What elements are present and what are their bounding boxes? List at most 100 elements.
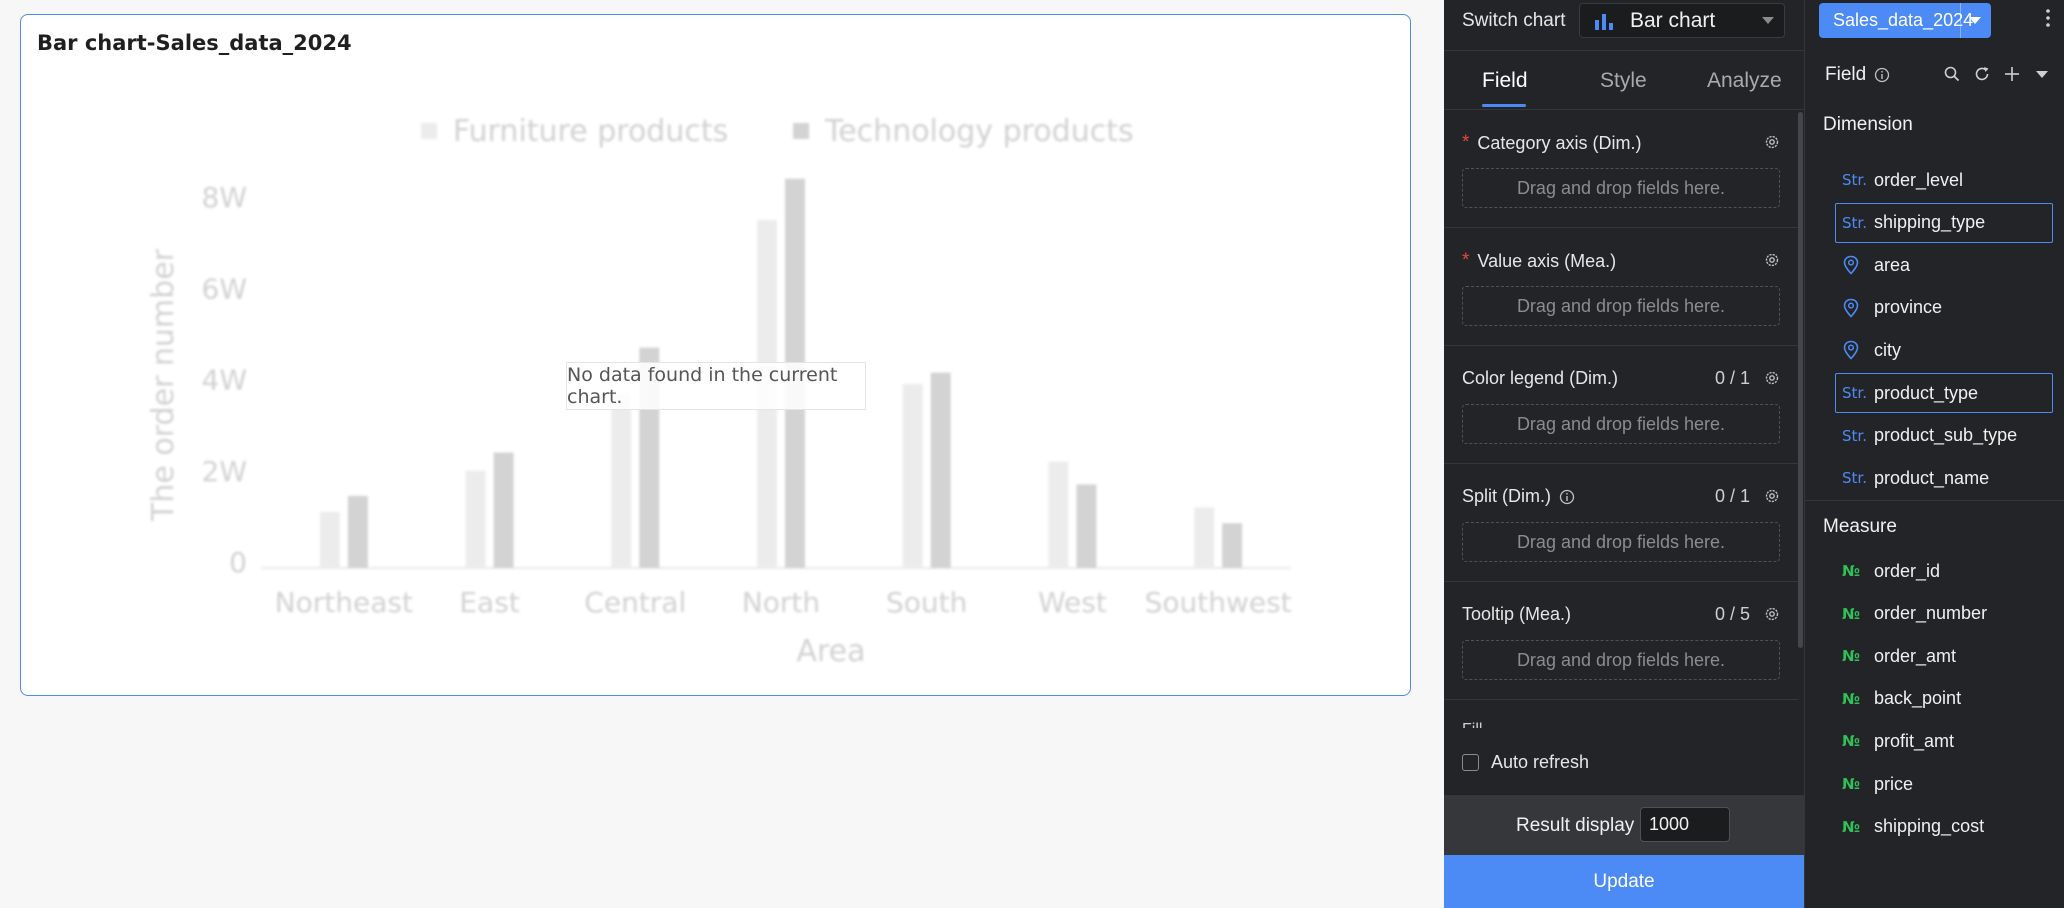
field-name: shipping_cost	[1874, 816, 1985, 837]
split-label-text: Split (Dim.)	[1462, 486, 1551, 506]
field-header: Field	[1805, 50, 2064, 110]
y-tick-label: 4W	[202, 364, 248, 397]
field-item-product-name[interactable]: Str. product_name	[1835, 458, 2053, 498]
color-legend-label: Color legend (Dim.)	[1462, 368, 1618, 389]
info-icon[interactable]	[1874, 67, 1890, 83]
refresh-icon[interactable]	[1973, 65, 1991, 83]
tab-field[interactable]: Field	[1482, 69, 1528, 93]
string-type-icon: Str.	[1842, 469, 1867, 488]
required-marker: *	[1462, 132, 1470, 153]
field-item-order-number[interactable]: № order_number	[1835, 594, 2053, 634]
split-count: 0 / 1	[1714, 486, 1750, 506]
string-type-icon: Str.	[1842, 384, 1867, 402]
field-item-product-sub-type[interactable]: Str. product_sub_type	[1835, 416, 2053, 456]
color-legend-drop-zone[interactable]: Drag and drop fields here.	[1462, 404, 1780, 444]
category-axis-section: * Category axis (Dim.) Drag and drop fie…	[1444, 110, 1798, 228]
string-type-icon: Str.	[1842, 171, 1867, 189]
info-icon[interactable]	[1559, 489, 1575, 505]
bar-furniture	[319, 511, 340, 568]
number-type-icon: №	[1842, 732, 1861, 751]
field-item-price[interactable]: № price	[1835, 764, 2053, 804]
field-name: order_id	[1874, 560, 1941, 581]
bar-chart: 0 2W 4W 6W 8W Northeast East Central North South W…	[146, 114, 1292, 669]
field-item-shipping-cost[interactable]: № shipping_cost	[1835, 807, 2053, 847]
field-name: order_level	[1874, 169, 1964, 190]
field-item-profit-amt[interactable]: № profit_amt	[1835, 721, 2053, 761]
x-tick-label: Southwest	[1145, 586, 1292, 619]
tooltip-count: 0 / 5	[1714, 604, 1750, 624]
chart-type-value: Bar chart	[1630, 8, 1716, 32]
field-item-order-amt[interactable]: № order_amt	[1835, 636, 2053, 676]
bar-furniture	[1194, 507, 1215, 568]
y-tick-label: 6W	[202, 272, 248, 305]
category-axis-label-text: Category axis (Dim.)	[1477, 132, 1642, 153]
config-tabs: Field Style Analyze	[1444, 50, 1804, 110]
y-tick-label: 0	[229, 546, 247, 579]
result-display-input[interactable]	[1640, 807, 1730, 842]
chart-card[interactable]: 0 2W 4W 6W 8W Northeast East Central North South W…	[20, 14, 1411, 696]
auto-refresh-row[interactable]: Auto refresh	[1462, 752, 1589, 773]
field-item-product-type[interactable]: Str. product_type	[1835, 373, 2053, 413]
value-axis-label: * Value axis (Mea.)	[1462, 250, 1616, 272]
dataset-select-divider	[1960, 3, 1961, 38]
bar-furniture	[465, 470, 486, 568]
string-type-icon: Str.	[1842, 213, 1867, 232]
chart-type-select[interactable]: Bar chart	[1579, 3, 1785, 38]
color-legend-section: Color legend (Dim.) 0 / 1 Drag and drop …	[1444, 346, 1798, 464]
gear-icon[interactable]	[1764, 606, 1780, 622]
color-legend-count: 0 / 1	[1714, 368, 1750, 388]
tab-style[interactable]: Style	[1600, 69, 1647, 93]
field-item-shipping-type[interactable]: Str. shipping_type	[1835, 202, 2053, 243]
gear-icon[interactable]	[1764, 370, 1780, 386]
active-tab-indicator	[1482, 104, 1526, 107]
dataset-select[interactable]: Sales_data_2024	[1819, 3, 1991, 38]
x-tick-label: Northeast	[275, 586, 413, 619]
search-icon[interactable]	[1943, 65, 1961, 83]
dataset-name: Sales_data_2024	[1833, 10, 1974, 30]
category-axis-drop-zone[interactable]: Drag and drop fields here.	[1462, 168, 1780, 208]
result-display-label: Result display	[1516, 815, 1635, 836]
split-drop-zone[interactable]: Drag and drop fields here.	[1462, 522, 1780, 562]
field-item-city[interactable]: city	[1835, 330, 2053, 370]
config-scrollbar[interactable]	[1798, 112, 1803, 648]
number-type-icon: №	[1842, 817, 1861, 836]
field-name: shipping_type	[1874, 212, 1986, 233]
split-label: Split (Dim.)	[1462, 486, 1575, 507]
field-item-province[interactable]: province	[1835, 288, 2053, 328]
tooltip-label-text: Tooltip (Mea.)	[1462, 604, 1572, 624]
field-item-back-point[interactable]: № back_point	[1835, 679, 2053, 719]
caret-down-icon[interactable]	[2033, 65, 2051, 83]
add-icon[interactable]	[2003, 65, 2021, 83]
field-name: province	[1874, 297, 1943, 318]
gear-icon[interactable]	[1764, 252, 1780, 268]
auto-refresh-label: Auto refresh	[1491, 752, 1590, 772]
x-tick-label: West	[1038, 586, 1107, 619]
gear-icon[interactable]	[1764, 488, 1780, 504]
y-axis-title: The order number	[146, 248, 181, 522]
field-item-order-level[interactable]: Str. order_level	[1835, 160, 2053, 200]
auto-refresh-checkbox[interactable]	[1462, 754, 1479, 771]
tooltip-label: Tooltip (Mea.)	[1462, 604, 1571, 625]
update-button[interactable]: Update	[1444, 855, 1804, 908]
tooltip-drop-zone[interactable]: Drag and drop fields here.	[1462, 640, 1780, 680]
switch-chart-label: Switch chart	[1462, 10, 1566, 31]
value-axis-section: * Value axis (Mea.) Drag and drop fields…	[1444, 228, 1798, 346]
field-name: product_name	[1874, 467, 1990, 488]
category-axis-label: * Category axis (Dim.)	[1462, 132, 1641, 154]
tab-analyze[interactable]: Analyze	[1707, 69, 1782, 93]
field-item-area[interactable]: area	[1835, 245, 2053, 285]
bar-furniture	[902, 384, 923, 568]
field-header-text: Field	[1825, 64, 1867, 85]
x-tick-label: South	[886, 586, 967, 619]
value-axis-drop-zone[interactable]: Drag and drop fields here.	[1462, 286, 1780, 326]
gear-icon[interactable]	[1764, 134, 1780, 150]
number-type-icon: №	[1842, 562, 1861, 580]
field-name: product_type	[1874, 382, 1979, 403]
field-name: profit_amt	[1874, 730, 1955, 751]
field-item-order-id[interactable]: № order_id	[1835, 551, 2053, 591]
field-name: city	[1874, 339, 1901, 360]
legend-swatch	[421, 123, 437, 139]
more-vertical-icon[interactable]	[2045, 8, 2051, 28]
chevron-down-icon	[1969, 17, 1981, 24]
legend-label: Technology products	[824, 114, 1134, 149]
